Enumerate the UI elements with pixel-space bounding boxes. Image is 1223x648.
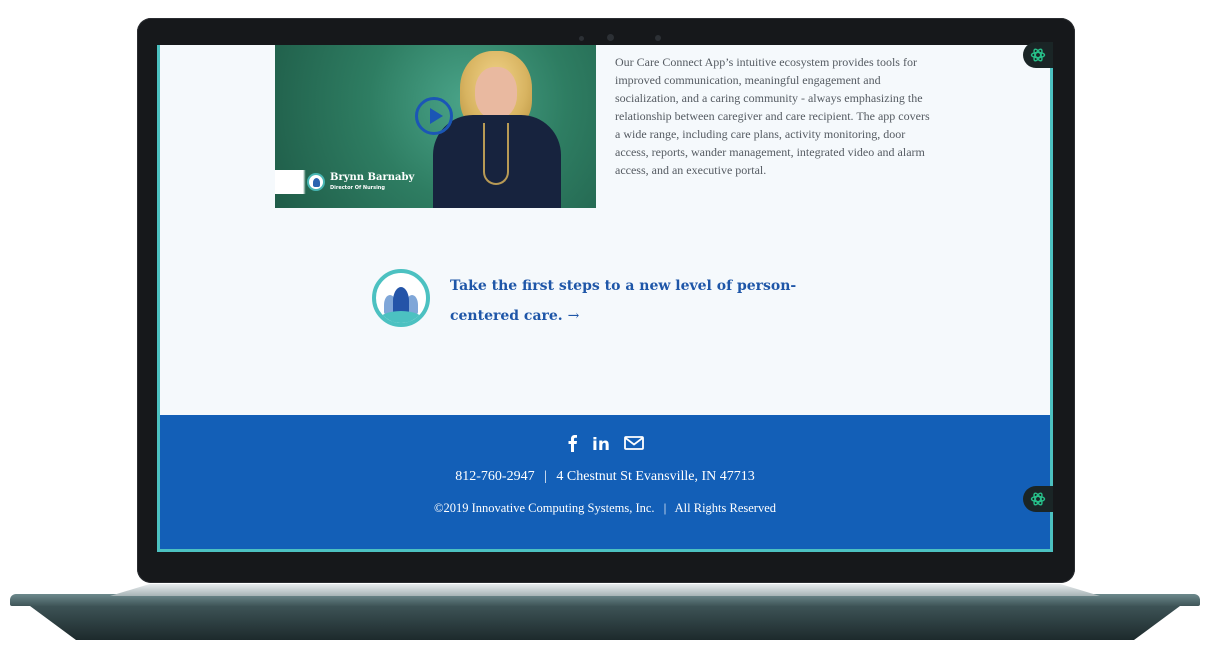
care-connect-logo-icon[interactable]: [372, 269, 430, 327]
social-links: in: [160, 435, 1050, 455]
cta-link[interactable]: Take the first steps to a new level of p…: [450, 271, 850, 331]
laptop-base-bottom: [30, 606, 1180, 640]
play-icon[interactable]: [415, 97, 453, 135]
openai-extension-icon[interactable]: [1023, 42, 1053, 68]
app-description: Our Care Connect App’s intuitive ecosyst…: [615, 55, 930, 177]
separator: |: [544, 469, 547, 484]
logo-hand-shape: [378, 311, 424, 323]
facebook-icon[interactable]: [566, 434, 578, 456]
copyright-text: ©2019 Innovative Computing Systems, Inc.: [433, 501, 655, 515]
laptop-hinge: [110, 584, 1100, 596]
laptop-base: [10, 584, 1200, 642]
phone-number[interactable]: 812-760-2947: [455, 469, 534, 484]
camera-light-icon: [655, 35, 661, 41]
presenter-necklace: [483, 123, 509, 185]
video-thumbnail[interactable]: Brynn Barnaby Director Of Nursing: [275, 45, 596, 208]
site-footer: in 812-760-2947 | 4 Chestnut St Evansvil…: [160, 415, 1050, 549]
email-icon[interactable]: [624, 435, 644, 455]
copyright-line: ©2019 Innovative Computing Systems, Inc.…: [160, 501, 1050, 516]
linkedin-icon[interactable]: in: [592, 436, 610, 454]
presenter-name: Brynn Barnaby: [330, 172, 415, 183]
rights-text: All Rights Reserved: [674, 501, 777, 515]
presenter-title: Director Of Nursing: [330, 185, 385, 191]
openai-extension-icon[interactable]: [1023, 486, 1053, 512]
presenter-face: [475, 67, 517, 119]
laptop-screen: Brynn Barnaby Director Of Nursing Our Ca…: [157, 45, 1053, 552]
arrow-right-icon: →: [567, 308, 580, 324]
separator: |: [663, 501, 667, 515]
contact-line: 812-760-2947 | 4 Chestnut St Evansville,…: [160, 469, 1050, 485]
care-connect-logo-icon: [307, 173, 325, 191]
camera-icon: [607, 34, 614, 41]
address: 4 Chestnut St Evansville, IN 47713: [556, 469, 755, 484]
cta-text: Take the first steps to a new level of p…: [450, 278, 797, 324]
camera-sensor-icon: [579, 36, 584, 41]
